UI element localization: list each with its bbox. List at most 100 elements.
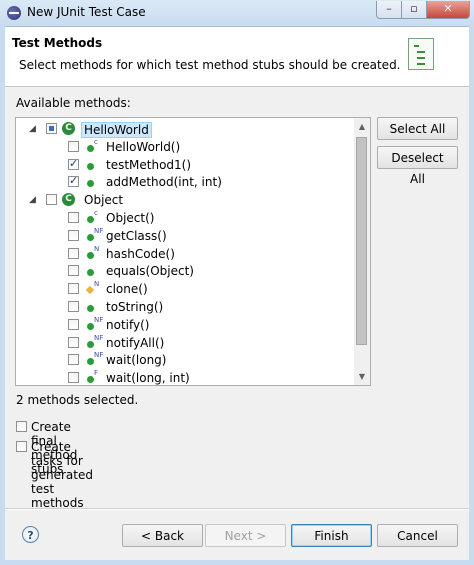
public-method-icon — [87, 180, 94, 188]
tree-method-node[interactable]: NF notifyAll() — [16, 334, 356, 353]
close-button[interactable]: ✕ — [426, 1, 470, 19]
public-method-icon — [87, 305, 94, 312]
expand-toggle-icon[interactable]: ◢ — [29, 124, 39, 134]
finish-button[interactable]: Finish — [291, 524, 372, 547]
tree-node-label[interactable]: wait(long) — [106, 353, 166, 367]
tree-method-node[interactable]: addMethod(int, int) — [16, 174, 356, 192]
tree-node-label[interactable]: getClass() — [106, 229, 167, 243]
tree-method-node[interactable]: c HelloWorld() — [16, 137, 356, 157]
page-title: Test Methods — [12, 36, 103, 50]
footer-separator — [5, 508, 469, 510]
method-checkbox[interactable] — [68, 318, 79, 330]
eclipse-icon — [7, 6, 21, 20]
public-method-icon — [87, 269, 94, 277]
selection-status: 2 methods selected. — [16, 393, 139, 407]
wizard-header: Test Methods Select methods for which te… — [5, 27, 469, 87]
tree-node-label[interactable]: toString() — [106, 300, 163, 314]
tree-node-label[interactable]: testMethod1() — [106, 158, 191, 172]
tree-method-node[interactable]: toString() — [16, 299, 356, 317]
method-checkbox[interactable] — [68, 265, 79, 277]
modifier-badge: NF — [94, 226, 104, 235]
test-methods-wizard-icon — [408, 38, 434, 70]
public-method-icon — [87, 216, 94, 223]
methods-tree[interactable]: ◢ C HelloWorldc HelloWorld() testMethod1() ad… — [15, 117, 370, 386]
tree-method-node[interactable]: NF wait(long) — [16, 351, 356, 370]
tree-node-label[interactable]: notifyAll() — [106, 336, 164, 350]
method-checkbox[interactable] — [68, 301, 79, 312]
method-checkbox[interactable] — [68, 229, 79, 241]
tree-node-label[interactable]: clone() — [106, 282, 148, 296]
help-icon[interactable]: ? — [22, 526, 39, 543]
public-method-icon — [87, 322, 94, 330]
class-icon: C — [62, 122, 75, 135]
tree-scrollbar[interactable]: ▲ ▼ — [354, 117, 371, 386]
scroll-up-arrow-icon[interactable]: ▲ — [354, 118, 370, 135]
tree-node-label[interactable]: addMethod(int, int) — [106, 175, 222, 189]
method-checkbox[interactable] — [46, 194, 57, 206]
method-checkbox[interactable] — [68, 372, 79, 384]
method-checkbox[interactable] — [68, 140, 79, 152]
tree-class-node[interactable]: ◢ C Object — [16, 192, 356, 210]
modifier-badge: F — [94, 369, 99, 378]
tree-node-label[interactable]: HelloWorld() — [106, 140, 180, 154]
public-method-icon — [87, 233, 94, 241]
tree-node-label[interactable]: wait(long, int) — [106, 371, 190, 385]
final-stubs-checkbox[interactable] — [16, 421, 27, 432]
tree-node-label[interactable]: Object — [84, 193, 123, 207]
select-all-button[interactable]: Select All — [377, 117, 458, 140]
public-method-icon — [87, 358, 94, 366]
tree-method-node[interactable]: Nclone() — [16, 280, 356, 299]
method-checkbox[interactable] — [68, 212, 79, 223]
tree-method-node[interactable]: Fwait(long, int) — [16, 369, 356, 385]
method-checkbox[interactable] — [68, 354, 79, 366]
method-checkbox[interactable] — [68, 247, 79, 259]
tree-node-label[interactable]: equals(Object) — [106, 264, 194, 278]
method-checkbox[interactable] — [68, 283, 79, 295]
tree-method-node[interactable]: NF getClass() — [16, 226, 356, 246]
tree-node-label[interactable]: Object() — [106, 211, 154, 225]
back-button[interactable]: < Back — [122, 524, 203, 547]
expand-toggle-icon[interactable]: ◢ — [29, 195, 39, 205]
page-description: Select methods for which test method stu… — [19, 58, 401, 72]
maximize-button[interactable]: ▫ — [401, 1, 427, 19]
tree-method-node[interactable]: NhashCode() — [16, 244, 356, 264]
next-button[interactable]: Next > — [205, 524, 286, 547]
tree-method-node[interactable]: testMethod1() — [16, 157, 356, 175]
method-checkbox[interactable] — [68, 336, 79, 348]
scroll-down-arrow-icon[interactable]: ▼ — [354, 368, 370, 385]
modifier-badge: N — [94, 244, 100, 253]
available-methods-label: Available methods: — [16, 96, 131, 110]
public-method-icon — [87, 162, 94, 170]
tree-node-label[interactable]: notify() — [106, 318, 149, 332]
public-method-icon — [87, 376, 94, 384]
method-checkbox[interactable] — [68, 157, 79, 170]
tree-class-node[interactable]: ◢ C HelloWorld — [16, 121, 356, 139]
scroll-thumb[interactable] — [356, 137, 367, 345]
window-title: New JUnit Test Case — [27, 5, 146, 19]
window-frame-left — [0, 26, 5, 565]
tree-method-node[interactable]: equals(Object) — [16, 263, 356, 281]
tasks-label[interactable]: Create tasks for generated test methods — [31, 440, 93, 510]
public-method-icon — [87, 144, 94, 152]
public-method-icon — [87, 340, 94, 348]
modifier-badge: c — [94, 137, 98, 146]
public-method-icon — [87, 251, 94, 259]
cancel-button[interactable]: Cancel — [377, 524, 458, 547]
tasks-checkbox[interactable] — [16, 441, 27, 452]
tree-node-label[interactable]: HelloWorld — [81, 122, 152, 138]
method-checkbox[interactable] — [68, 174, 79, 188]
class-icon: C — [62, 193, 75, 207]
modifier-badge: NF — [94, 351, 104, 360]
deselect-all-button[interactable]: Deselect All — [377, 146, 458, 186]
protected-method-icon — [85, 285, 95, 295]
tree-method-node[interactable]: NF notify() — [16, 315, 356, 335]
modifier-badge: N — [94, 280, 100, 289]
window-frame-bottom — [0, 560, 474, 565]
modifier-badge: NF — [94, 315, 104, 324]
tree-method-node[interactable]: c Object() — [16, 209, 356, 228]
window-frame-right — [469, 26, 474, 565]
minimize-button[interactable]: – — [376, 1, 402, 19]
tree-node-label[interactable]: hashCode() — [106, 247, 175, 261]
title-bar: New JUnit Test Case – ▫ ✕ — [0, 0, 474, 27]
method-checkbox[interactable] — [46, 123, 57, 134]
